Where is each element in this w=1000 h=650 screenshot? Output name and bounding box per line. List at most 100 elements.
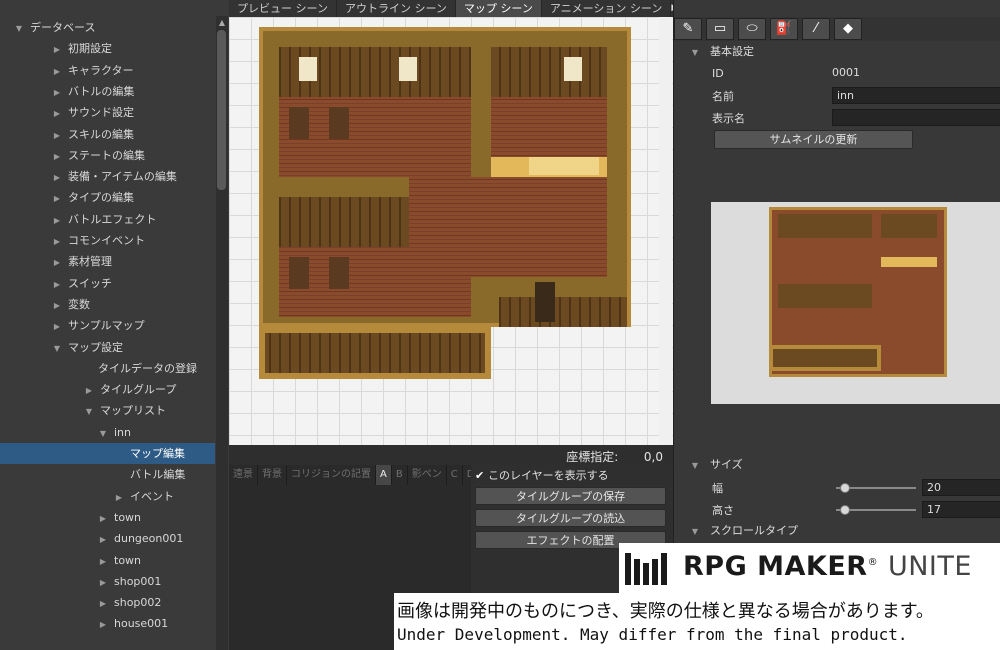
collapsed-triangle-icon[interactable]: ▶ — [52, 125, 62, 146]
layer-tab[interactable]: B — [392, 465, 408, 485]
brand-light: UNITE — [887, 551, 972, 582]
database-tree: ▼ データベース ▶ 初期設定 ▶ キャラクター ▶ バトルの編集 ▶ サウンド設定 ▶ スキルの編集… — [0, 0, 229, 650]
show-layer-toggle[interactable]: ✔ このレイヤーを表示する — [475, 468, 609, 484]
collapsed-triangle-icon[interactable]: ▶ — [98, 529, 108, 550]
layer-tab[interactable]: 遠景 — [229, 465, 258, 485]
expanded-triangle-icon[interactable]: ▼ — [52, 338, 62, 359]
brush-tool-icon[interactable]: ⁄ — [802, 18, 830, 40]
tree-item[interactable]: ▶ 初期設定 — [0, 38, 215, 59]
rpg-maker-logo-icon — [625, 553, 667, 585]
tree-item[interactable]: ▶ イベント — [0, 486, 215, 507]
expanded-triangle-icon[interactable]: ▼ — [84, 401, 94, 422]
layer-tab[interactable]: A — [376, 465, 392, 485]
show-layer-label: このレイヤーを表示する — [488, 469, 609, 482]
tree-item[interactable]: ▶ バトルエフェクト — [0, 209, 215, 230]
collapsed-triangle-icon[interactable]: ▶ — [52, 316, 62, 337]
scene-tab[interactable]: マップ シーン — [455, 0, 542, 17]
tree-item[interactable]: ▶ スイッチ — [0, 273, 215, 294]
layer-tab[interactable]: 背景 — [258, 465, 287, 485]
collapsed-triangle-icon[interactable]: ▶ — [52, 61, 62, 82]
tree-item-label: タイルグループ — [100, 383, 177, 397]
collapsed-triangle-icon[interactable]: ▶ — [114, 487, 124, 508]
expanded-triangle-icon[interactable]: ▼ — [98, 423, 108, 444]
rectangle-tool-icon[interactable]: ▭ — [706, 18, 734, 40]
tree-item[interactable]: ▶ shop002 — [0, 592, 215, 613]
map-tiles[interactable] — [259, 27, 631, 379]
collapsed-triangle-icon[interactable]: ▶ — [52, 295, 62, 316]
scroll-type-section[interactable]: ▼ スクロールタイプ — [674, 521, 1000, 541]
tree-item[interactable]: ▶ dungeon001 — [0, 528, 215, 549]
tree-item[interactable]: ▶ タイルグループ — [0, 379, 215, 400]
collapsed-triangle-icon[interactable]: ▶ — [98, 593, 108, 614]
collapsed-triangle-icon[interactable]: ▶ — [52, 167, 62, 188]
basic-settings-title: 基本設定 — [710, 45, 754, 58]
collapsed-triangle-icon[interactable]: ▶ — [52, 210, 62, 231]
tree-item[interactable]: マップ編集 — [0, 443, 215, 464]
layer-tab[interactable]: C — [447, 465, 463, 485]
tree-item[interactable]: ▶ house001 — [0, 613, 215, 634]
ellipse-tool-icon[interactable]: ⬭ — [738, 18, 766, 40]
tree-item[interactable]: ▼ inn — [0, 422, 215, 443]
collapsed-triangle-icon[interactable]: ▶ — [84, 380, 94, 401]
tree-item[interactable]: ▶ town — [0, 550, 215, 571]
layer-tab[interactable]: 影ペン — [408, 465, 447, 485]
collapsed-triangle-icon[interactable]: ▶ — [52, 82, 62, 103]
expanded-triangle-icon[interactable]: ▼ — [14, 18, 24, 39]
eraser-tool-icon[interactable]: ◆ — [834, 18, 862, 40]
tree-item-label: バトルの編集 — [68, 84, 135, 98]
layer-tab[interactable]: コリジョンの記置 — [287, 465, 376, 485]
scene-tab[interactable]: プレビュー シーン — [229, 0, 337, 17]
tree-scrollbar-thumb[interactable] — [217, 30, 226, 190]
load-tile-group-button[interactable]: タイルグループの読込 — [475, 509, 666, 527]
scene-tab[interactable]: アニメーション シーン — [541, 0, 672, 17]
save-tile-group-button[interactable]: タイルグループの保存 — [475, 487, 666, 505]
basic-settings-section[interactable]: ▼ 基本設定 — [674, 42, 1000, 62]
map-canvas[interactable] — [229, 17, 673, 445]
pencil-tool-icon[interactable]: ✎ — [674, 18, 702, 40]
collapsed-triangle-icon[interactable]: ▶ — [52, 188, 62, 209]
disclaimer-english: Under Development. May differ from the f… — [397, 625, 908, 644]
tree-item[interactable]: ▶ サンプルマップ — [0, 315, 215, 336]
scene-tab[interactable]: アウトライン シーン — [336, 0, 456, 17]
name-field[interactable]: inn — [832, 87, 1000, 104]
tree-item[interactable]: タイルデータの登録 — [0, 358, 215, 379]
collapsed-triangle-icon[interactable]: ▶ — [52, 252, 62, 273]
tree-item[interactable]: ▶ バトルの編集 — [0, 81, 215, 102]
collapsed-triangle-icon[interactable]: ▶ — [98, 508, 108, 529]
size-section[interactable]: ▼ サイズ — [674, 455, 1000, 475]
collapsed-triangle-icon[interactable]: ▶ — [52, 39, 62, 60]
tree-item[interactable]: ▶ タイプの編集 — [0, 187, 215, 208]
tree-item[interactable]: ▼ データベース — [0, 17, 215, 38]
collapsed-triangle-icon[interactable]: ▶ — [98, 614, 108, 635]
tree-item[interactable]: ▶ 変数 — [0, 294, 215, 315]
tree-item[interactable]: ▶ shop001 — [0, 571, 215, 592]
display-name-field[interactable] — [832, 109, 1000, 126]
tree-item[interactable]: ▼ マップリスト — [0, 400, 215, 421]
tree-item[interactable]: バトル編集 — [0, 464, 215, 485]
collapsed-triangle-icon[interactable]: ▶ — [52, 146, 62, 167]
tree-item[interactable]: ▼ マップ設定 — [0, 337, 215, 358]
checkbox-check-icon[interactable]: ✔ — [475, 468, 485, 484]
width-slider-knob[interactable] — [840, 483, 850, 493]
tree-item[interactable]: ▶ スキルの編集 — [0, 124, 215, 145]
collapsed-triangle-icon[interactable]: ▶ — [52, 103, 62, 124]
collapsed-triangle-icon[interactable]: ▶ — [98, 551, 108, 572]
update-thumbnail-button[interactable]: サムネイルの更新 — [714, 130, 913, 149]
height-slider-knob[interactable] — [840, 505, 850, 515]
collapsed-triangle-icon[interactable]: ▶ — [98, 572, 108, 593]
map-vertical-scrollbar[interactable] — [659, 17, 672, 445]
tree-item[interactable]: ▶ town — [0, 507, 215, 528]
tree-item[interactable]: ▶ 装備・アイテムの編集 — [0, 166, 215, 187]
collapsed-triangle-icon[interactable]: ▶ — [52, 231, 62, 252]
display-name-label: 表示名 — [712, 112, 745, 125]
height-field[interactable]: 17 — [922, 501, 1000, 518]
tree-item[interactable]: ▶ ステートの編集 — [0, 145, 215, 166]
tree-item[interactable]: ▶ コモンイベント — [0, 230, 215, 251]
tree-item[interactable]: ▶ 素材管理 — [0, 251, 215, 272]
tree-item[interactable]: ▶ サウンド設定 — [0, 102, 215, 123]
width-field[interactable]: 20 — [922, 479, 1000, 496]
fill-bucket-tool-icon[interactable]: ⛽ — [770, 18, 798, 40]
scroll-up-arrow-icon[interactable]: ▲ — [216, 18, 228, 30]
tree-item[interactable]: ▶ キャラクター — [0, 60, 215, 81]
collapsed-triangle-icon[interactable]: ▶ — [52, 274, 62, 295]
